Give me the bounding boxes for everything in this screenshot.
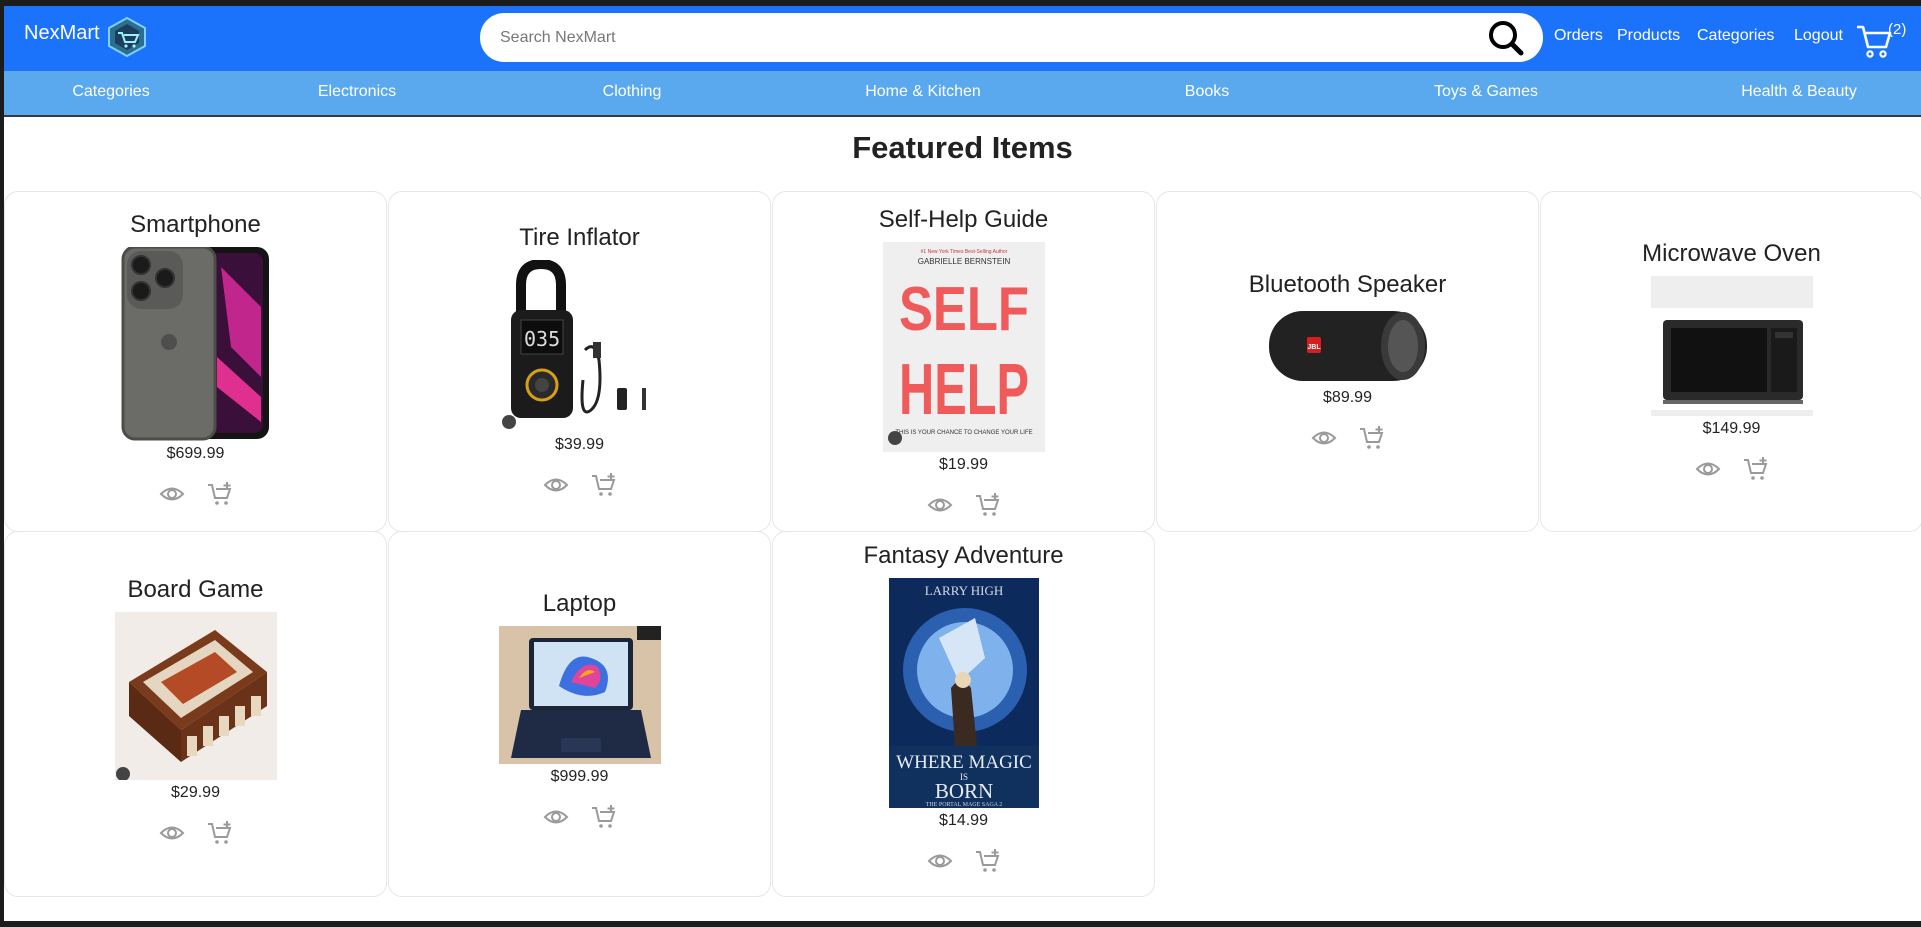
cart-count-badge: (2) bbox=[1888, 21, 1907, 38]
eye-icon[interactable] bbox=[159, 481, 185, 507]
logout-link[interactable]: Logout bbox=[1794, 27, 1843, 45]
product-price: $14.99 bbox=[939, 812, 988, 829]
product-title: Fantasy Adventure bbox=[863, 542, 1064, 569]
category-link-health-beauty[interactable]: Health & Beauty bbox=[1741, 83, 1857, 101]
product-price: $999.99 bbox=[550, 768, 609, 785]
logo-icon[interactable] bbox=[104, 16, 150, 58]
eye-icon[interactable] bbox=[927, 492, 953, 518]
search-input[interactable] bbox=[480, 13, 1543, 62]
orders-link[interactable]: Orders bbox=[1554, 27, 1603, 45]
product-price: $699.99 bbox=[166, 445, 225, 462]
laptop-image[interactable] bbox=[498, 626, 661, 764]
fantasy-book-image[interactable]: LARRY HIGH WHERE MAGIC IS BORN THE PORTA… bbox=[888, 578, 1039, 808]
microwave-oven-image[interactable] bbox=[1650, 276, 1813, 416]
cart-plus-icon[interactable] bbox=[1359, 425, 1385, 451]
category-link-clothing[interactable]: Clothing bbox=[603, 83, 662, 101]
book-tagline-text: THIS IS YOUR CHANCE TO CHANGE YOUR LIFE bbox=[895, 430, 1032, 436]
category-link-books[interactable]: Books bbox=[1185, 83, 1229, 101]
product-title: Laptop bbox=[542, 590, 617, 617]
cart-plus-icon[interactable] bbox=[1743, 456, 1769, 482]
speaker-logo-text: JBL bbox=[1307, 344, 1321, 351]
cart-plus-icon[interactable] bbox=[591, 804, 617, 830]
book-title-line2: HELP bbox=[899, 350, 1029, 430]
categories-link[interactable]: Categories bbox=[1697, 27, 1774, 45]
eye-icon[interactable] bbox=[543, 804, 569, 830]
eye-icon[interactable] bbox=[159, 820, 185, 846]
eye-icon[interactable] bbox=[543, 472, 569, 498]
book-title-line1: SELF bbox=[899, 275, 1029, 344]
product-price: $39.99 bbox=[555, 436, 604, 453]
product-title: Self-Help Guide bbox=[878, 206, 1049, 233]
product-card: Fantasy Adventure LARRY HIGH WHERE MAGIC… bbox=[772, 531, 1155, 897]
product-title: Tire Inflator bbox=[519, 224, 640, 251]
smartphone-image[interactable] bbox=[121, 247, 271, 441]
product-price: $89.99 bbox=[1323, 389, 1372, 406]
product-price: $19.99 bbox=[939, 456, 988, 473]
book-top-text: #1 New York Times Best-Selling Author bbox=[920, 249, 1007, 255]
product-title: Board Game bbox=[127, 576, 264, 603]
page-title: Featured Items bbox=[852, 130, 1073, 165]
book-author-text: GABRIELLE BERNSTEIN bbox=[917, 257, 1010, 266]
search-icon[interactable] bbox=[1484, 18, 1528, 58]
eye-icon[interactable] bbox=[1695, 456, 1721, 482]
category-link-home-kitchen[interactable]: Home & Kitchen bbox=[865, 83, 981, 101]
page: NexMart Orders Products Categories Logou… bbox=[4, 6, 1921, 921]
top-navbar: NexMart Orders Products Categories Logou… bbox=[4, 6, 1921, 71]
book-title-line1: WHERE MAGIC bbox=[896, 752, 1032, 773]
category-link-toys-games[interactable]: Toys & Games bbox=[1434, 83, 1538, 101]
product-price: $149.99 bbox=[1702, 420, 1761, 437]
cart-plus-icon[interactable] bbox=[975, 492, 1001, 518]
product-title: Bluetooth Speaker bbox=[1248, 271, 1447, 298]
eye-icon[interactable] bbox=[927, 848, 953, 874]
product-card: Smartphone $699.99 bbox=[4, 191, 387, 532]
cart-plus-icon[interactable] bbox=[207, 820, 233, 846]
product-card: Tire Inflator 035 $39.99 bbox=[388, 191, 771, 532]
product-title: Smartphone bbox=[130, 211, 261, 238]
book-title-line3: BORN bbox=[934, 779, 992, 803]
product-card: Bluetooth Speaker JBL $89.99 bbox=[1156, 191, 1539, 532]
products-link[interactable]: Products bbox=[1617, 27, 1680, 45]
book-series-text: THE PORTAL MAGE SAGA 2 bbox=[925, 802, 1002, 808]
product-card: Microwave Oven $149.99 bbox=[1540, 191, 1921, 532]
product-card: Laptop $999.99 bbox=[388, 531, 771, 897]
tire-inflator-image[interactable]: 035 bbox=[498, 260, 661, 432]
book-author-text: LARRY HIGH bbox=[924, 583, 1003, 598]
cart-plus-icon[interactable] bbox=[207, 481, 233, 507]
cart-plus-icon[interactable] bbox=[975, 848, 1001, 874]
category-link-categories[interactable]: Categories bbox=[72, 83, 149, 101]
eye-icon[interactable] bbox=[1311, 425, 1337, 451]
board-game-image[interactable] bbox=[114, 612, 277, 780]
product-price: $29.99 bbox=[171, 784, 220, 801]
bluetooth-speaker-image[interactable]: JBL bbox=[1266, 307, 1429, 385]
brand-name[interactable]: NexMart bbox=[24, 22, 100, 45]
self-help-book-image[interactable]: #1 New York Times Best-Selling Author GA… bbox=[882, 242, 1045, 452]
product-card: Board Game $29.99 bbox=[4, 531, 387, 897]
product-title: Microwave Oven bbox=[1642, 240, 1821, 267]
category-link-electronics[interactable]: Electronics bbox=[318, 83, 396, 101]
category-navbar: Categories Electronics Clothing Home & K… bbox=[4, 71, 1921, 117]
cart-plus-icon[interactable] bbox=[591, 472, 617, 498]
product-card: Self-Help Guide #1 New York Times Best-S… bbox=[772, 191, 1155, 532]
svg-text:035: 035 bbox=[524, 327, 560, 351]
